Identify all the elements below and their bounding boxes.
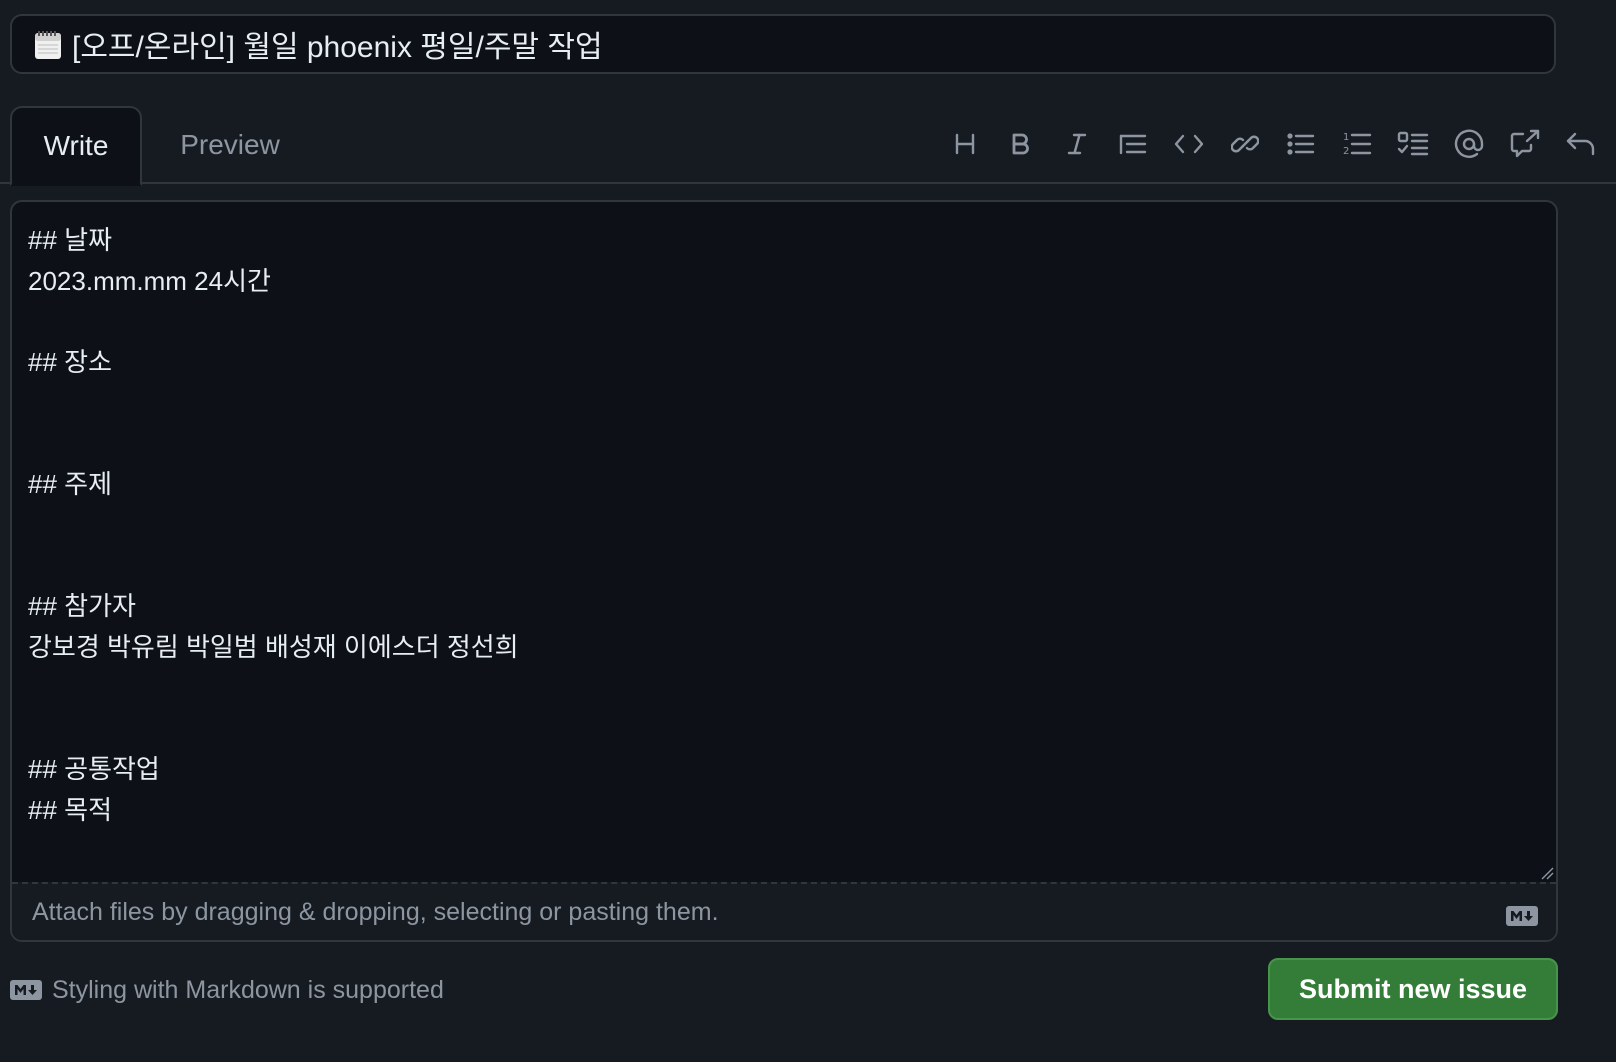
tab-write[interactable]: Write — [10, 106, 142, 186]
cross-reference-icon[interactable] — [1504, 124, 1546, 164]
markdown-supported-label: Styling with Markdown is supported — [52, 975, 444, 1004]
editor-tabs-row: Write Preview 1 2 — [0, 106, 1616, 186]
calendar-icon — [34, 30, 62, 60]
numbered-list-icon[interactable]: 1 2 — [1336, 124, 1378, 164]
italic-icon[interactable] — [1056, 124, 1098, 164]
new-issue-form: [오프/온라인] 월일 phoenix 평일/주말 작업 Write Previ… — [0, 0, 1616, 1062]
markdown-icon — [10, 980, 42, 1000]
svg-text:2: 2 — [1343, 146, 1349, 157]
issue-title-input[interactable]: [오프/온라인] 월일 phoenix 평일/주말 작업 — [10, 14, 1556, 74]
quote-icon[interactable] — [1112, 124, 1154, 164]
tab-preview[interactable]: Preview — [160, 106, 300, 184]
code-icon[interactable] — [1168, 124, 1210, 164]
issue-title-text: [오프/온라인] 월일 phoenix 평일/주말 작업 — [72, 31, 603, 64]
issue-body-textarea[interactable]: ## 날짜 2023.mm.mm 24시간 ## 장소 ## 주제 ## 참가자… — [28, 220, 1540, 880]
bold-icon[interactable] — [1000, 124, 1042, 164]
resize-handle-icon[interactable] — [1540, 866, 1554, 880]
submit-new-issue-button[interactable]: Submit new issue — [1268, 958, 1558, 1020]
attach-files-label: Attach files by dragging & dropping, sel… — [32, 897, 719, 926]
markdown-supported-link[interactable]: Styling with Markdown is supported — [10, 972, 444, 1008]
bulleted-list-icon[interactable] — [1280, 124, 1322, 164]
undo-icon[interactable] — [1560, 124, 1602, 164]
markdown-toolbar: 1 2 — [930, 124, 1602, 164]
markdown-icon — [1506, 904, 1538, 933]
link-icon[interactable] — [1224, 124, 1266, 164]
task-list-icon[interactable] — [1392, 124, 1434, 164]
attach-files-bar[interactable]: Attach files by dragging & dropping, sel… — [12, 882, 1556, 940]
svg-text:1: 1 — [1343, 132, 1349, 143]
mention-icon[interactable] — [1448, 124, 1490, 164]
issue-body-editor[interactable]: ## 날짜 2023.mm.mm 24시간 ## 장소 ## 주제 ## 참가자… — [10, 200, 1558, 942]
heading-icon[interactable] — [944, 124, 986, 164]
